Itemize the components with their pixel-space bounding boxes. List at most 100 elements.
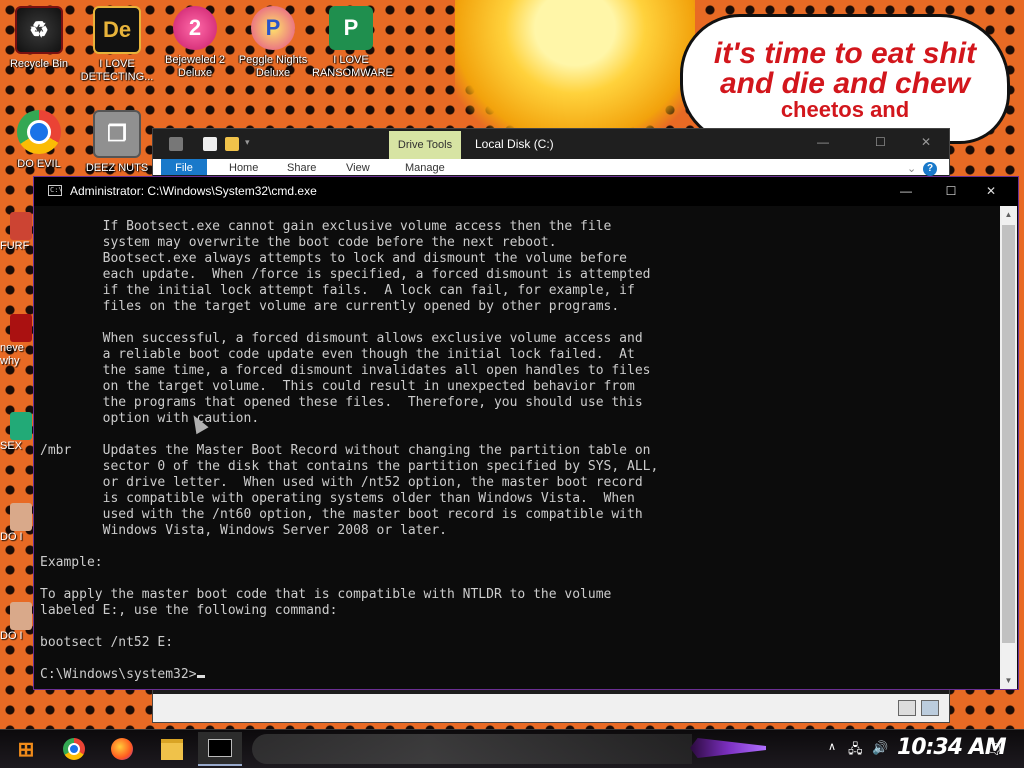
desktop-icon-deez-nuts[interactable]: ❐ DEEZ NUTS xyxy=(78,110,156,175)
console-line: sector 0 of the disk that contains the p… xyxy=(40,459,659,474)
desktop-icon-recycle-bin[interactable]: ♻ Recycle Bin xyxy=(0,6,78,71)
notifications-icon[interactable]: 🗨 xyxy=(984,740,1003,758)
drive-tools-context-tab[interactable]: Drive Tools xyxy=(389,131,461,159)
taskbar-decoration xyxy=(252,734,692,764)
desktop-icon-never-why[interactable]: neve why xyxy=(0,314,34,368)
large-icons-view-icon[interactable] xyxy=(921,700,939,716)
chevron-down-icon[interactable]: ▾ xyxy=(245,137,253,151)
app-icon xyxy=(10,412,32,440)
details-view-icon[interactable] xyxy=(898,700,916,716)
desktop-icon-sex[interactable]: SEX xyxy=(0,412,34,453)
speech-line-2: and die and chew xyxy=(719,67,971,100)
console-line: files on the target volume are currently… xyxy=(40,299,620,314)
speech-line-3: cheetos and xyxy=(780,97,910,122)
console-line: /mbr Updates the Master Boot Record with… xyxy=(40,443,651,458)
desktop-icon-ransomware[interactable]: P I LOVE RANSOMWARE xyxy=(312,6,393,80)
prompt-text: C:\Windows\system32> xyxy=(40,667,197,682)
desktop-icon-peggle[interactable]: P Peggle Nights Deluxe xyxy=(234,6,312,80)
start-icon: ⊞ xyxy=(17,738,35,761)
console-line: labeled E:, use the following command: xyxy=(40,603,338,618)
chrome-icon xyxy=(17,110,61,154)
taskbar-file-explorer[interactable] xyxy=(150,732,194,766)
wallpaper-art xyxy=(455,0,695,140)
peggle-icon: P xyxy=(251,6,295,50)
desktop-icon-bejeweled[interactable]: 2 Bejeweled 2 Deluxe xyxy=(156,6,234,80)
explorer-titlebar[interactable]: ▾ Drive Tools Local Disk (C:) — ☐ ✕ xyxy=(153,129,949,159)
minimize-button[interactable]: — xyxy=(886,177,926,206)
scroll-up-arrow-icon[interactable]: ▲ xyxy=(1000,206,1017,223)
new-folder-icon[interactable] xyxy=(225,137,239,151)
cmd-window[interactable]: C:\ Administrator: C:\Windows\System32\c… xyxy=(33,176,1019,690)
detecting-app-icon: De xyxy=(93,6,141,54)
desktop-icon-do-evil[interactable]: DO EVIL xyxy=(0,110,78,171)
desktop-icon-do-i-2[interactable]: DO I xyxy=(0,602,34,643)
scroll-down-arrow-icon[interactable]: ▼ xyxy=(1000,672,1017,689)
desktop-icon-furf[interactable]: FURF xyxy=(0,212,34,253)
cmd-titlebar[interactable]: C:\ Administrator: C:\Windows\System32\c… xyxy=(34,177,1018,206)
desktop-icon-label: SEX xyxy=(0,440,23,452)
scrollbar-thumb[interactable] xyxy=(1002,225,1015,643)
photo-icon xyxy=(10,503,32,531)
close-button[interactable]: ✕ xyxy=(971,177,1011,206)
start-button[interactable]: ⊞ xyxy=(4,732,48,766)
desktop-icon-label: Recycle Bin xyxy=(9,58,69,70)
tab-view[interactable]: View xyxy=(346,162,370,174)
console-line: if the initial lock attempt fails. A loc… xyxy=(40,283,635,298)
vertical-scrollbar[interactable]: ▲ ▼ xyxy=(1000,206,1017,689)
taskbar-cmd[interactable] xyxy=(198,732,242,766)
help-icon[interactable]: ? xyxy=(923,162,937,176)
command-prompt[interactable]: C:\Windows\system32> xyxy=(40,667,1000,683)
file-explorer-icon xyxy=(161,738,183,760)
drive-icon xyxy=(169,137,183,151)
firefox-icon xyxy=(111,738,133,760)
taskbar-decoration-arrow xyxy=(690,738,766,758)
console-line: or drive letter. When used with /nt52 op… xyxy=(40,475,643,490)
desktop-icon-label: Peggle Nights Deluxe xyxy=(238,54,308,79)
console-line: To apply the master boot code that is co… xyxy=(40,587,612,602)
console-line: system may overwrite the boot code befor… xyxy=(40,235,557,250)
desktop-icon-label: DO I xyxy=(0,630,23,642)
minimize-button[interactable]: — xyxy=(817,135,829,149)
properties-icon[interactable] xyxy=(203,137,217,151)
maximize-button[interactable]: ☐ xyxy=(931,177,971,206)
maximize-button[interactable]: ☐ xyxy=(875,135,886,149)
chrome-icon xyxy=(63,738,85,760)
network-icon[interactable]: 🖧 xyxy=(848,740,863,762)
taskbar-chrome[interactable] xyxy=(52,732,96,766)
ribbon-expand-chevron-icon[interactable]: ⌄ xyxy=(907,162,916,175)
taskbar: ⊞ ∧ 🖧 🔊 10:34 AM 🗨 xyxy=(0,729,1024,768)
app-icon xyxy=(10,212,32,240)
console-line: Example: xyxy=(40,555,103,570)
tab-share[interactable]: Share xyxy=(287,162,316,174)
desktop-icon-label: Bejeweled 2 Deluxe xyxy=(165,54,225,79)
console-line: each update. When /force is specified, a… xyxy=(40,267,651,282)
desktop-icon-do-i-1[interactable]: DO I xyxy=(0,503,34,544)
close-button[interactable]: ✕ xyxy=(921,135,931,149)
text-cursor xyxy=(196,675,205,678)
console-output[interactable]: If Bootsect.exe cannot gain exclusive vo… xyxy=(40,206,1000,688)
show-hidden-icons-chevron-icon[interactable]: ∧ xyxy=(828,740,836,753)
explorer-status-bar xyxy=(153,694,949,722)
cmd-app-icon: C:\ xyxy=(48,185,63,196)
desktop-icon-label: DO I xyxy=(0,531,23,543)
speech-line-1: it's time to eat shit xyxy=(713,37,977,70)
tab-file[interactable]: File xyxy=(161,159,207,175)
desktop-icon-detecting[interactable]: De I LOVE DETECTING... xyxy=(78,6,156,84)
desktop-icon-label: neve why xyxy=(0,342,24,367)
tab-home[interactable]: Home xyxy=(229,162,258,174)
console-line: bootsect /nt52 E: xyxy=(40,635,174,650)
wallpaper-speech-bubble: it's time to eat shit and die and chew c… xyxy=(680,14,1010,144)
console-line: a reliable boot code update even though … xyxy=(40,347,635,362)
explorer-ribbon xyxy=(153,159,949,175)
volume-icon[interactable]: 🔊 xyxy=(872,740,888,756)
taskbar-firefox[interactable] xyxy=(100,732,144,766)
photo-icon xyxy=(10,602,32,630)
tab-manage[interactable]: Manage xyxy=(405,162,445,174)
app-icon xyxy=(10,314,32,342)
